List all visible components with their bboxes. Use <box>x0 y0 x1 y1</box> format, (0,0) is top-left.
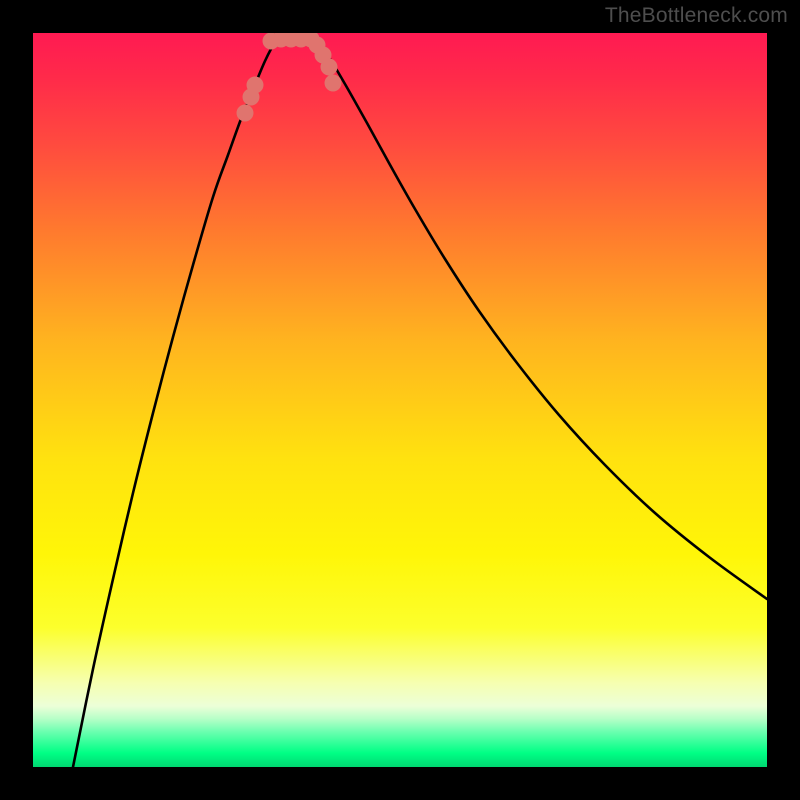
watermark-text: TheBottleneck.com <box>605 4 788 28</box>
chart-frame: TheBottleneck.com <box>0 0 800 800</box>
curve-right-branch <box>317 39 767 599</box>
curve-group <box>73 39 767 767</box>
plot-area <box>33 33 767 767</box>
trough-marker <box>321 59 338 76</box>
trough-marker <box>325 75 342 92</box>
trough-markers <box>237 33 342 122</box>
trough-marker <box>237 105 254 122</box>
trough-marker <box>247 77 264 94</box>
curve-left-branch <box>73 39 277 767</box>
chart-svg <box>33 33 767 767</box>
